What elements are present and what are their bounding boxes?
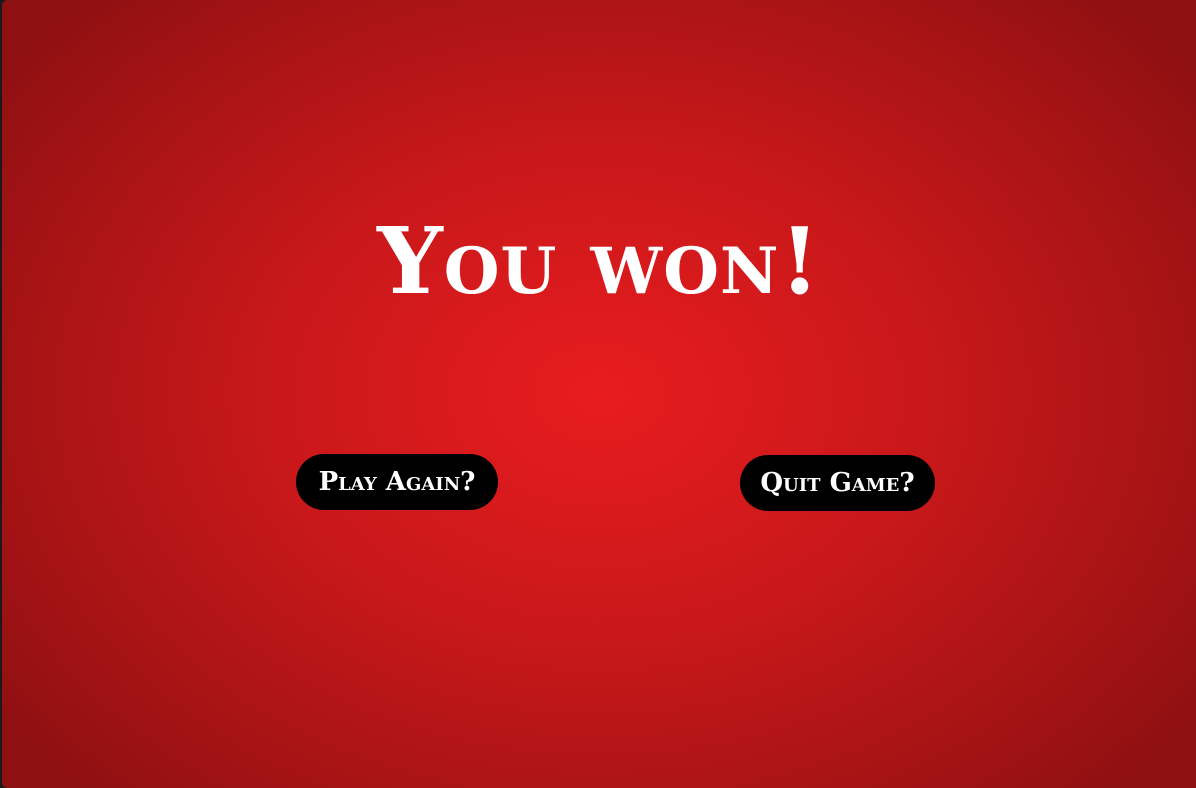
- quit-game-button[interactable]: Quit Game?: [740, 455, 935, 511]
- game-over-screen: You won! Play Again? Quit Game?: [2, 0, 1196, 788]
- play-again-button[interactable]: Play Again?: [296, 454, 498, 510]
- result-title: You won!: [377, 207, 821, 315]
